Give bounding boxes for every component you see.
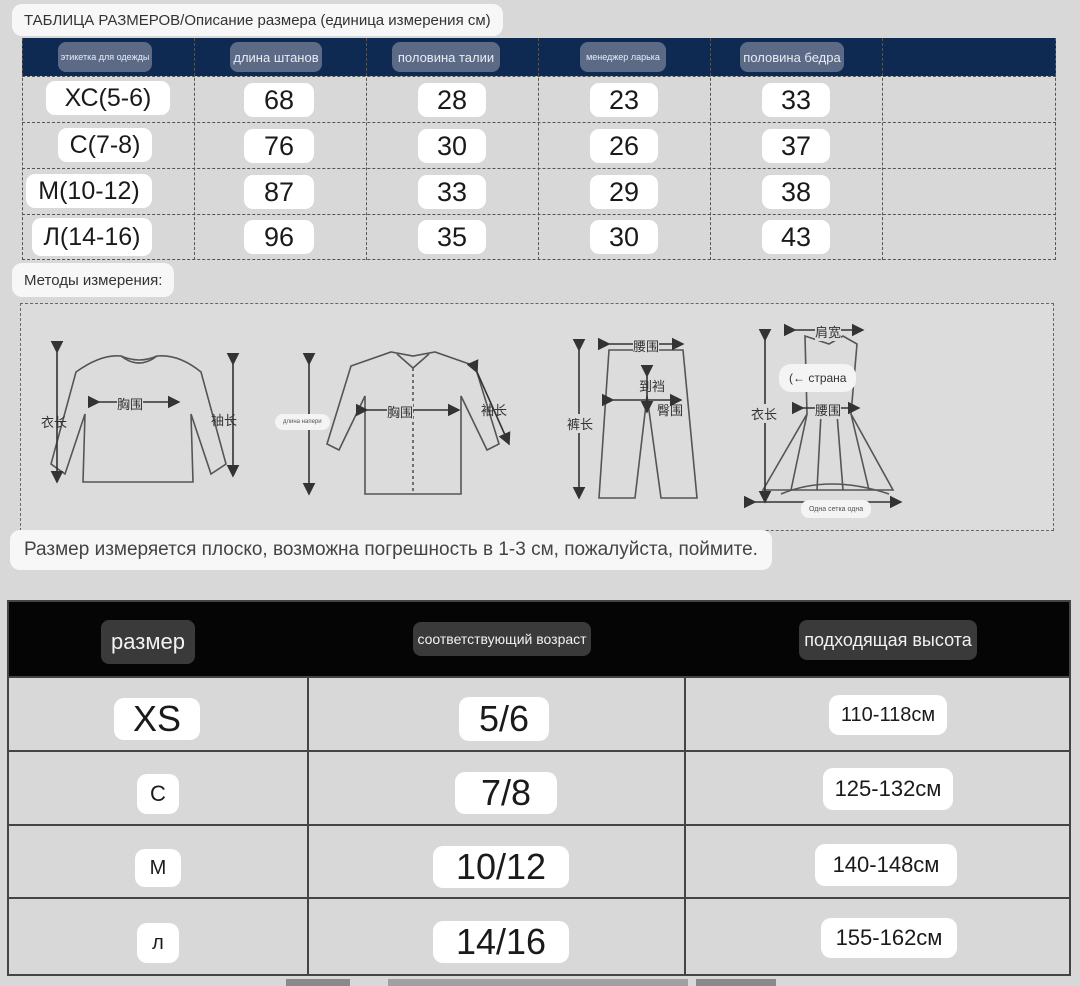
size-cell: С (137, 774, 179, 814)
size-cell: XS (114, 698, 200, 740)
measurement-diagram: 衣长 胸围 袖长 длина напери 胸围 袖长 腰围 到裆 臀围 裤长 … (20, 303, 1054, 531)
age-table: размер соответствующий возраст подходяща… (7, 600, 1071, 976)
table-cell: 33 (762, 83, 830, 117)
table-cell: 37 (762, 129, 830, 163)
sweater-drawing (50, 355, 227, 483)
diagram-label: 胸围 (117, 394, 144, 413)
diagram-label: 胸围 (387, 402, 414, 421)
height-cell: 110-118см (829, 695, 947, 735)
measurement-note: Размер измеряется плоско, возможна погре… (10, 530, 772, 570)
age-cell: 5/6 (459, 697, 549, 741)
size-cell: М (135, 849, 181, 887)
height-cell: 140-148см (815, 844, 957, 886)
table-cell: 87 (244, 175, 314, 209)
diagram-label: (← страна (779, 364, 857, 392)
diagram-label: 腰围 (815, 400, 842, 419)
header-cell-half-waist: половина талии (392, 42, 500, 72)
bottom-photo-edge (286, 979, 350, 986)
row-label: С(7-8) (58, 128, 152, 162)
diagram-label: длина напери (275, 414, 330, 430)
row-label: ХС(5-6) (46, 81, 170, 115)
table-cell: 38 (762, 175, 830, 209)
diagram-label: 肩宽 (815, 322, 842, 341)
diagram-label: 袖长 (211, 413, 238, 428)
methods-label: Методы измерения: (12, 263, 175, 297)
header-cell-half-hip: половина бедра (740, 42, 844, 72)
table-cell: 68 (244, 83, 314, 117)
height-cell: 125-132см (823, 768, 953, 810)
header-cell-stall-manager: менеджер ларька (580, 42, 666, 72)
diagram-label: 裤长 (567, 414, 594, 433)
table-cell: 33 (418, 175, 486, 209)
table-cell: 30 (418, 129, 486, 163)
header-age: соответствующий возраст (413, 622, 591, 656)
table-cell: 30 (590, 220, 658, 254)
diagram-label: 袖长 (481, 403, 508, 418)
diagram-label: 衣长 (41, 415, 68, 430)
size-table: этикетка для одежды длина штанов половин… (22, 38, 1056, 260)
row-label: Л(14-16) (32, 218, 152, 256)
diagram-label: 到裆 (639, 379, 666, 394)
header-size: размер (101, 620, 195, 664)
pants-drawing (598, 349, 698, 499)
table-cell: 28 (418, 83, 486, 117)
row-label: М(10-12) (26, 174, 152, 208)
age-cell: 14/16 (433, 921, 569, 963)
size-cell: л (137, 923, 179, 963)
table-cell: 35 (418, 220, 486, 254)
page-title: ТАБЛИЦА РАЗМЕРОВ/Описание размера (едини… (12, 4, 503, 36)
table-cell: 76 (244, 129, 314, 163)
header-height: подходящая высота (799, 620, 977, 660)
diagram-label: 臀围 (657, 403, 684, 418)
table-cell: 43 (762, 220, 830, 254)
bottom-photo-edge (388, 979, 688, 986)
table-cell: 23 (590, 83, 658, 117)
diagram-label: Одна сетка одна (801, 500, 872, 518)
header-cell-label: этикетка для одежды (58, 42, 152, 72)
height-cell: 155-162см (821, 918, 957, 958)
age-cell: 10/12 (433, 846, 569, 888)
table-cell: 29 (590, 175, 658, 209)
shirt-drawing (326, 351, 500, 495)
size-table-header (22, 38, 1056, 76)
header-cell-pants-length: длина штанов (230, 42, 322, 72)
diagram-label: 腰围 (633, 336, 660, 355)
bottom-photo-edge (696, 979, 776, 986)
diagram-label: 衣长 (751, 404, 778, 423)
table-cell: 26 (590, 129, 658, 163)
table-cell: 96 (244, 220, 314, 254)
age-cell: 7/8 (455, 772, 557, 814)
